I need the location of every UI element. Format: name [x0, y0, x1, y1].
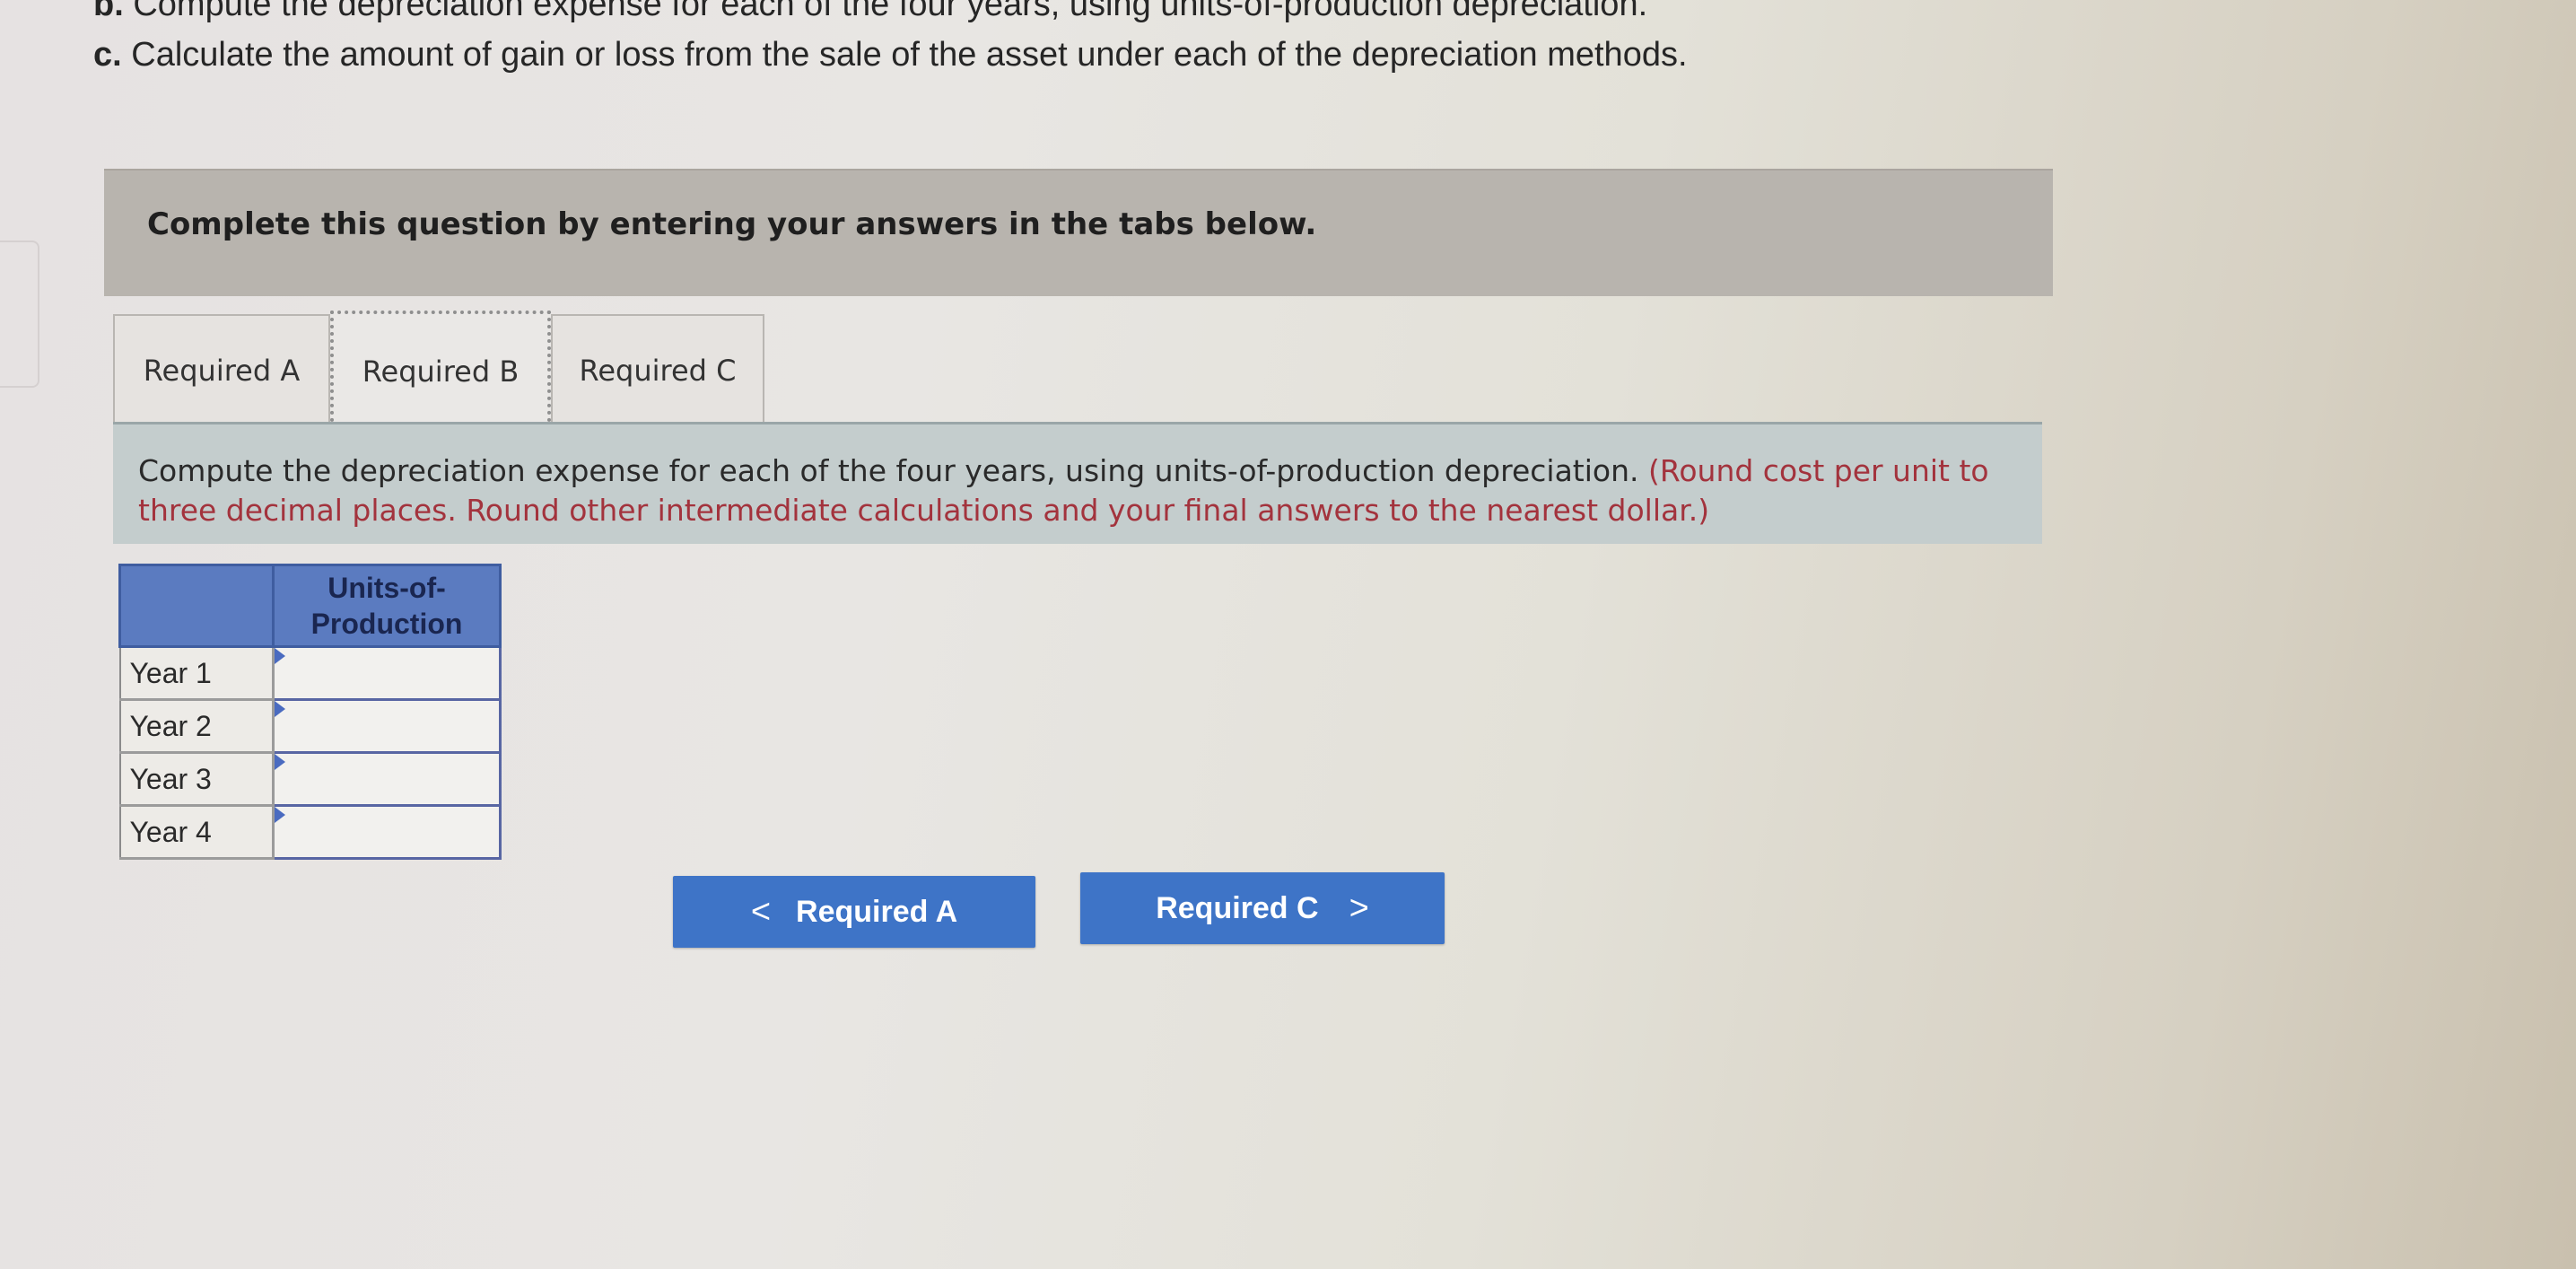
tab-required-c[interactable]: Required C — [551, 314, 764, 427]
answer-cell[interactable] — [272, 645, 502, 701]
instruction-c: c. Calculate the amount of gain or loss … — [93, 36, 1688, 74]
chevron-left-icon: < — [750, 892, 772, 931]
banner-text: Complete this question by entering your … — [147, 206, 1317, 242]
instruction-b-letter: b. — [93, 0, 124, 23]
next-button-label: Required C — [1156, 890, 1319, 925]
answer-cell[interactable] — [272, 751, 502, 807]
answer-table: Units-of- Production Year 1 Year 2 Year … — [118, 564, 502, 860]
blank-header-cell — [118, 564, 275, 648]
instruction-b: b. Compute the depreciation expense for … — [93, 0, 1647, 24]
tab-bar: Required A Required B Required C — [113, 311, 764, 429]
year-3-input[interactable] — [275, 754, 499, 804]
next-required-c-button[interactable]: Required C > — [1080, 872, 1445, 944]
chevron-right-icon: > — [1349, 888, 1369, 927]
tab-required-a[interactable]: Required A — [113, 314, 330, 427]
year-4-input[interactable] — [275, 807, 499, 857]
year-1-input[interactable] — [275, 648, 499, 698]
units-of-production-header: Units-of- Production — [272, 564, 502, 648]
instruction-b-text: Compute the depreciation expense for eac… — [133, 0, 1648, 23]
cell-marker-icon — [275, 701, 285, 717]
question-main-text: Compute the depreciation expense for eac… — [138, 453, 1639, 488]
answer-cell[interactable] — [272, 698, 502, 754]
row-label: Year 1 — [118, 645, 275, 701]
cell-marker-icon — [275, 754, 285, 770]
prev-button-label: Required A — [796, 894, 958, 929]
year-2-input[interactable] — [275, 701, 499, 751]
question-panel: Compute the depreciation expense for eac… — [113, 422, 2042, 544]
cell-marker-icon — [275, 807, 285, 823]
answer-cell[interactable] — [272, 804, 502, 860]
cell-marker-icon — [275, 648, 285, 664]
header-line-2: Production — [310, 608, 463, 640]
instruction-c-text: Calculate the amount of gain or loss fro… — [131, 36, 1688, 74]
table-header-row: Units-of- Production — [118, 564, 502, 648]
instruction-c-letter: c. — [93, 36, 122, 74]
row-label: Year 3 — [118, 751, 275, 807]
prev-required-a-button[interactable]: < Required A — [673, 876, 1035, 948]
instructions-banner: Complete this question by entering your … — [104, 169, 2053, 296]
question-text: Compute the depreciation expense for eac… — [138, 451, 2031, 530]
side-edge-tab — [0, 241, 39, 388]
tab-required-b[interactable]: Required B — [330, 311, 551, 429]
table-row: Year 3 — [118, 751, 502, 807]
row-label: Year 4 — [118, 804, 275, 860]
table-row: Year 1 — [118, 645, 502, 701]
table-row: Year 2 — [118, 698, 502, 754]
table-row: Year 4 — [118, 804, 502, 860]
row-label: Year 2 — [118, 698, 275, 754]
header-line-1: Units-of- — [327, 572, 446, 604]
